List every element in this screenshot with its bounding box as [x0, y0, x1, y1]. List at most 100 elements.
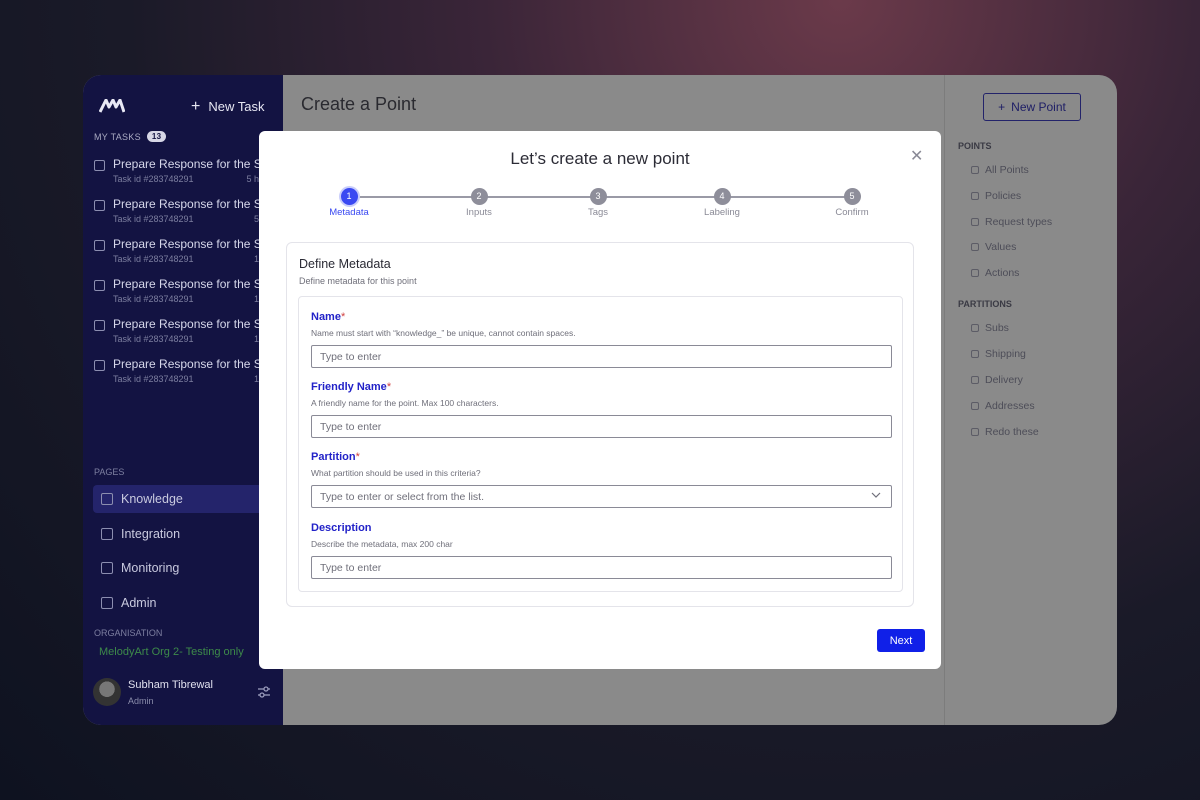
pages-header: PAGES — [94, 467, 125, 477]
partition-item[interactable]: Addresses — [971, 400, 1035, 412]
points-item-label: Actions — [985, 267, 1020, 279]
task-icon — [94, 200, 105, 211]
node-icon — [971, 402, 979, 410]
task-title: Prepare Response for the S — [113, 157, 262, 171]
avatar[interactable] — [93, 678, 121, 706]
name-help: Name must start with “knowledge_” be uni… — [311, 328, 576, 338]
step-tags[interactable]: 3 Tags — [558, 188, 638, 218]
points-item[interactable]: All Points — [971, 164, 1029, 176]
step-label: Confirm — [835, 207, 869, 218]
stepper: 1 Metadata 2 Inputs 3 Tags 4 Labeling 5 … — [319, 188, 889, 222]
node-icon — [971, 428, 979, 436]
nav-label: Integration — [121, 527, 181, 541]
partition-item[interactable]: Subs — [971, 322, 1009, 334]
task-item[interactable]: Prepare Response for the S Task id #2837… — [94, 197, 279, 231]
task-id: Task id #283748291 — [113, 334, 194, 344]
task-id: Task id #283748291 — [113, 174, 194, 184]
task-icon — [94, 280, 105, 291]
step-number: 5 — [843, 188, 861, 205]
points-item-label: Policies — [985, 190, 1022, 202]
task-title: Prepare Response for the S — [113, 237, 262, 251]
task-item[interactable]: Prepare Response for the S Task id #2837… — [94, 317, 279, 351]
required-marker: * — [386, 381, 392, 393]
partition-item[interactable]: Shipping — [971, 348, 1026, 360]
partition-item-label: Delivery — [985, 374, 1023, 386]
modal-title: Let’s create a new point — [510, 149, 690, 168]
partition-item[interactable]: Redo these — [971, 426, 1039, 438]
close-icon[interactable]: ✕ — [910, 149, 923, 165]
step-labeling[interactable]: 4 Labeling — [682, 188, 762, 218]
card-subtitle: Define metadata for this point — [299, 276, 417, 286]
step-number: 1 — [340, 188, 358, 205]
settings-icon[interactable] — [257, 685, 271, 699]
task-icon — [94, 160, 105, 171]
description-input[interactable] — [311, 556, 892, 579]
step-number: 4 — [713, 188, 731, 205]
partition-help: What partition should be used in this cr… — [311, 468, 481, 478]
app-logo — [99, 99, 125, 113]
partition-item[interactable]: Delivery — [971, 374, 1023, 386]
metadata-card: Define Metadata Define metadata for this… — [286, 242, 914, 607]
task-item[interactable]: Prepare Response for the S Task id #2837… — [94, 277, 279, 311]
partition-placeholder: Type to enter or select from the list. — [320, 491, 484, 503]
node-icon — [971, 324, 979, 332]
task-item[interactable]: Prepare Response for the S Task id #2837… — [94, 357, 279, 391]
points-item[interactable]: Values — [971, 241, 1016, 253]
partition-item-label: Subs — [985, 322, 1009, 334]
nav-item-monitoring[interactable]: Monitoring — [93, 554, 273, 582]
nav-item-integration[interactable]: Integration — [93, 520, 273, 548]
new-task-button[interactable]: + New Task — [191, 98, 264, 115]
name-label: Name* — [311, 311, 345, 323]
plus-icon: + — [998, 100, 1006, 114]
friendly-name-input[interactable] — [311, 415, 892, 438]
friendly-name-help: A friendly name for the point. Max 100 c… — [311, 398, 499, 408]
step-inputs[interactable]: 2 Inputs — [439, 188, 519, 218]
points-item[interactable]: Request types — [971, 216, 1052, 228]
points-item-label: Request types — [985, 216, 1053, 228]
points-item[interactable]: Actions — [971, 267, 1019, 279]
partition-label: Partition* — [311, 451, 360, 463]
name-label-text: Name — [311, 311, 341, 323]
nav-item-knowledge[interactable]: Knowledge — [93, 485, 273, 513]
task-meta: 5 h — [246, 174, 259, 184]
node-icon — [971, 166, 979, 174]
user-name: Subham Tibrewal — [128, 679, 213, 691]
metadata-form: Name* Name must start with “knowledge_” … — [298, 296, 903, 592]
user-role: Admin — [128, 696, 154, 706]
book-icon — [101, 493, 113, 505]
task-title: Prepare Response for the S — [113, 197, 262, 211]
partitions-header: PARTITIONS — [958, 299, 1012, 309]
node-icon — [971, 218, 979, 226]
nav-label: Monitoring — [121, 561, 180, 575]
task-count-badge: 13 — [146, 131, 167, 142]
step-label: Metadata — [329, 207, 369, 218]
step-label: Inputs — [466, 207, 492, 218]
task-icon — [94, 320, 105, 331]
next-button[interactable]: Next — [877, 629, 925, 652]
task-icon — [94, 240, 105, 251]
task-item[interactable]: Prepare Response for the S Task id #2837… — [94, 237, 279, 271]
task-item[interactable]: Prepare Response for the S Task id #2837… — [94, 157, 279, 191]
task-id: Task id #283748291 — [113, 214, 194, 224]
nav-label: Knowledge — [121, 492, 183, 506]
my-tasks-header: MY TASKS 13 — [94, 131, 167, 142]
sidebar: + New Task MY TASKS 13 Prepare Response … — [83, 75, 283, 725]
nav-item-admin[interactable]: Admin — [93, 589, 273, 617]
partition-select[interactable]: Type to enter or select from the list. — [311, 485, 892, 508]
node-icon — [971, 192, 979, 200]
description-label-text: Description — [311, 522, 372, 534]
points-item[interactable]: Policies — [971, 190, 1021, 202]
step-metadata[interactable]: 1 Metadata — [309, 188, 389, 218]
sliders-icon — [101, 597, 113, 609]
description-label: Description — [311, 522, 372, 534]
new-point-button[interactable]: + New Point — [983, 93, 1081, 121]
partition-item-label: Redo these — [985, 426, 1039, 438]
organisation-name[interactable]: MelodyArt Org 2- Testing only — [99, 646, 244, 658]
plus-icon: + — [191, 98, 201, 115]
step-confirm[interactable]: 5 Confirm — [812, 188, 892, 218]
name-input[interactable] — [311, 345, 892, 368]
organisation-header: ORGANISATION — [94, 628, 163, 638]
task-id: Task id #283748291 — [113, 374, 194, 384]
step-label: Tags — [587, 207, 609, 218]
step-label: Labeling — [704, 207, 740, 218]
